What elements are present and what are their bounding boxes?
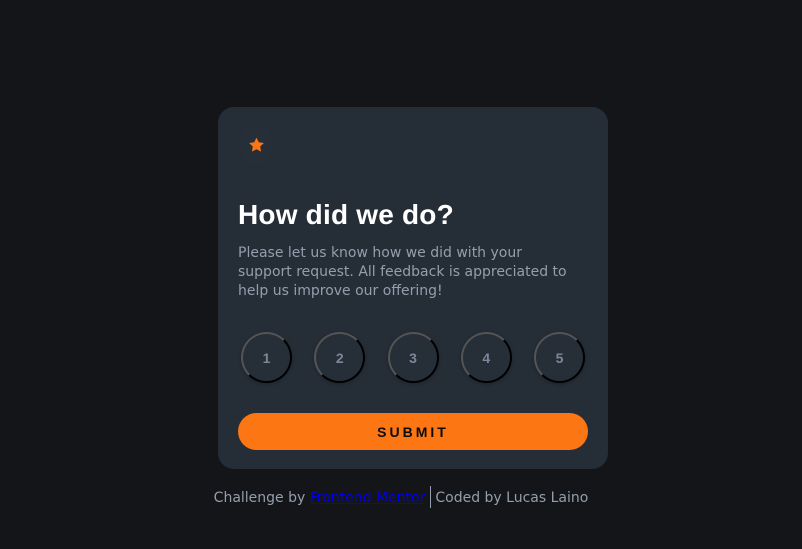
rating-button-1[interactable]: 1 [241,332,292,383]
attribution-divider [430,486,432,508]
rating-card: How did we do? Please let us know how we… [218,107,608,469]
rating-button-3[interactable]: 3 [387,332,439,383]
attribution-challenge-prefix: Challenge by [213,490,310,506]
frontend-mentor-link[interactable]: Frontend Mentor [310,490,426,506]
star-icon-badge [238,127,274,163]
attribution: Challenge by Frontend Mentor Coded by Luc… [0,486,802,509]
attribution-coded-by: Coded by Lucas Laino [435,490,589,506]
submit-button[interactable]: SUBMIT [238,413,588,450]
rating-button-5[interactable]: 5 [534,332,585,383]
rating-button-2[interactable]: 2 [314,332,366,383]
rating-options: 1 2 3 4 5 [241,332,585,383]
rating-button-4[interactable]: 4 [460,332,512,383]
star-icon [248,137,264,152]
card-description: Please let us know how we did with your … [238,245,567,299]
card-title: How did we do? [238,199,454,230]
